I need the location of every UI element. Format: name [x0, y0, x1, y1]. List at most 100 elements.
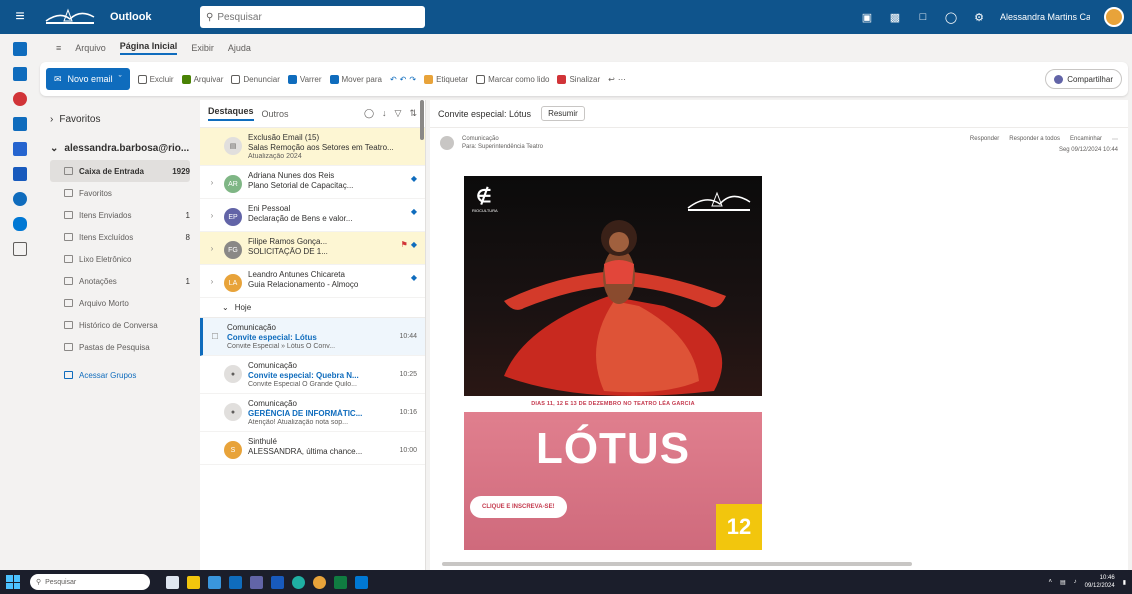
move-to-button[interactable]: Mover para — [329, 74, 382, 84]
select-checkbox[interactable] — [206, 399, 218, 426]
store-icon[interactable] — [208, 575, 221, 589]
meet-now-icon[interactable]: ▣ — [860, 10, 874, 24]
share-button[interactable]: Compartilhar — [1045, 69, 1122, 89]
explorer-icon[interactable] — [187, 575, 200, 589]
files-icon[interactable] — [355, 575, 368, 589]
pin-icon[interactable]: ◆ — [411, 207, 417, 216]
list-item[interactable]: › LA Leandro Antunes Chicareta Guia Rela… — [200, 265, 425, 298]
tab-view[interactable]: Exibir — [191, 43, 214, 53]
jump-icon[interactable]: ↓ — [382, 108, 387, 119]
signup-button[interactable]: CLIQUE E INSCREVA-SE! — [470, 496, 567, 518]
horizontal-scrollbar[interactable] — [442, 562, 912, 566]
onedrive-icon[interactable] — [13, 217, 27, 231]
list-item[interactable]: ☐ Comunicação Convite especial: Lótus 10:… — [200, 318, 425, 356]
people-icon[interactable] — [13, 92, 27, 106]
org-explorer-icon[interactable] — [13, 192, 27, 206]
select-checkbox[interactable]: ☐ — [209, 323, 221, 350]
select-checkbox[interactable] — [206, 133, 218, 160]
windows-start-icon[interactable] — [6, 575, 20, 589]
taskbar-search[interactable]: ⚲ Pesquisar — [30, 574, 150, 590]
word-icon[interactable] — [271, 575, 284, 589]
tag-button[interactable]: Etiquetar — [424, 74, 468, 84]
forward-button[interactable]: Encaminhar — [1070, 136, 1102, 143]
pin-icon[interactable]: ◆ — [411, 240, 417, 249]
select-checkbox[interactable]: › — [206, 171, 218, 193]
app-launcher-icon[interactable]: ≡ — [0, 0, 40, 34]
folder-inbox[interactable]: Caixa de Entrada 1929 — [50, 160, 190, 182]
more-apps-icon[interactable] — [13, 242, 27, 256]
chevron-up-icon[interactable]: ˄ — [1048, 579, 1052, 585]
folder-notes[interactable]: Anotações 1 — [50, 270, 190, 292]
settings-icon[interactable]: ⚙ — [972, 10, 986, 24]
list-item[interactable]: ● Comunicação GERÊNCIA DE INFORMÁTIC... 1… — [200, 394, 425, 432]
calendar-icon[interactable] — [13, 67, 27, 81]
archive-button[interactable]: Arquivar — [181, 74, 223, 84]
search-box[interactable]: ⚲ — [200, 6, 425, 28]
filter-icon[interactable]: ▽ — [395, 108, 402, 119]
list-scrollbar[interactable] — [420, 100, 424, 140]
excel-icon[interactable] — [334, 575, 347, 589]
teams-icon[interactable] — [250, 575, 263, 589]
notifications-icon[interactable]: ◯ — [944, 10, 958, 24]
flag-icon[interactable]: ⚑ — [401, 240, 408, 249]
report-button[interactable]: Denunciar — [231, 74, 280, 84]
tab-help[interactable]: Ajuda — [228, 43, 251, 53]
list-item[interactable]: › AR Adriana Nunes dos Reis Plano Setori… — [200, 166, 425, 199]
more-actions-icon[interactable]: ⋯ — [1112, 136, 1118, 143]
groups-icon[interactable] — [13, 117, 27, 131]
folder-archive[interactable]: Arquivo Morto — [50, 292, 190, 314]
summarize-button[interactable]: Resumir — [541, 106, 585, 121]
chevron-down-icon[interactable]: ˇ — [119, 74, 122, 84]
edge-icon[interactable] — [292, 575, 305, 589]
task-view-icon[interactable] — [166, 575, 179, 589]
outlook-icon[interactable] — [229, 575, 242, 589]
more-tools[interactable]: ↩ ⋯ — [608, 75, 626, 84]
sort-icon[interactable]: ⇅ — [409, 108, 417, 119]
word-icon[interactable] — [13, 167, 27, 181]
select-checkbox[interactable]: › — [206, 237, 218, 259]
access-groups-link[interactable]: Acessar Grupos — [50, 364, 190, 386]
list-item[interactable]: S Sinthulé ALESSANDRA, última chance... 1… — [200, 432, 425, 465]
tab-home[interactable]: Página Inicial — [119, 41, 178, 55]
mail-icon[interactable] — [13, 42, 27, 56]
network-icon[interactable]: ▤ — [1060, 579, 1066, 586]
list-item[interactable]: › EP Eni Pessoal Declaração de Bens e va… — [200, 199, 425, 232]
volume-icon[interactable]: ♪ — [1074, 579, 1077, 585]
feedback-icon[interactable]: □ — [916, 10, 930, 24]
select-checkbox[interactable] — [206, 437, 218, 459]
user-name[interactable]: Alessandra Martins Ca... — [1000, 12, 1090, 22]
list-item[interactable]: › FG Filipe Ramos Gonça... SOLICITAÇÃO D… — [200, 232, 425, 265]
todo-icon[interactable] — [13, 142, 27, 156]
new-mail-button[interactable]: ✉ Novo email ˇ — [46, 68, 130, 90]
user-avatar[interactable] — [1104, 7, 1124, 27]
hamburger-icon[interactable]: ≡ — [56, 43, 61, 53]
mark-read-button[interactable]: Marcar como lido — [476, 74, 549, 84]
pin-icon[interactable]: ◆ — [411, 174, 417, 183]
delete-button[interactable]: Excluir — [137, 74, 174, 84]
account-header[interactable]: ⌄ alessandra.barbosa@rio... — [50, 136, 190, 160]
folder-sent[interactable]: Itens Enviados 1 — [50, 204, 190, 226]
folder-junk[interactable]: Lixo Eletrônico — [50, 248, 190, 270]
select-checkbox[interactable]: › — [206, 270, 218, 292]
pin-icon[interactable]: ◆ — [411, 273, 417, 282]
favorites-header[interactable]: › Favoritos — [50, 108, 190, 130]
reply-button[interactable]: Responder — [970, 136, 999, 143]
flag-button[interactable]: Sinalizar — [557, 74, 600, 84]
sweep-button[interactable]: Varrer — [287, 74, 322, 84]
tab-file[interactable]: Arquivo — [75, 43, 106, 53]
reply-all-button[interactable]: Responder a todos — [1009, 136, 1060, 143]
list-item[interactable]: ● Comunicação Convite especial: Quebra N… — [200, 356, 425, 394]
tab-focused[interactable]: Destaques — [208, 106, 254, 121]
list-item[interactable]: ▤ Exclusão Email (15) Salas Remoção aos … — [200, 128, 425, 166]
invitation-poster[interactable]: ∉ RIOCULTURA DIAS 11, 12 E 13 DE DEZEMBR… — [464, 176, 762, 550]
folder-conversation-history[interactable]: Histórico de Conversa — [50, 314, 190, 336]
copilot-icon[interactable]: ◯ — [364, 108, 374, 119]
tab-other[interactable]: Outros — [262, 109, 289, 119]
search-input[interactable] — [217, 11, 408, 23]
select-checkbox[interactable]: › — [206, 204, 218, 226]
chrome-icon[interactable] — [313, 575, 326, 589]
group-header-today[interactable]: ⌄ Hoje — [200, 298, 425, 318]
folder-search-folders[interactable]: Pastas de Pesquisa — [50, 336, 190, 358]
select-checkbox[interactable] — [206, 361, 218, 388]
folder-favorites[interactable]: Favoritos — [50, 182, 190, 204]
